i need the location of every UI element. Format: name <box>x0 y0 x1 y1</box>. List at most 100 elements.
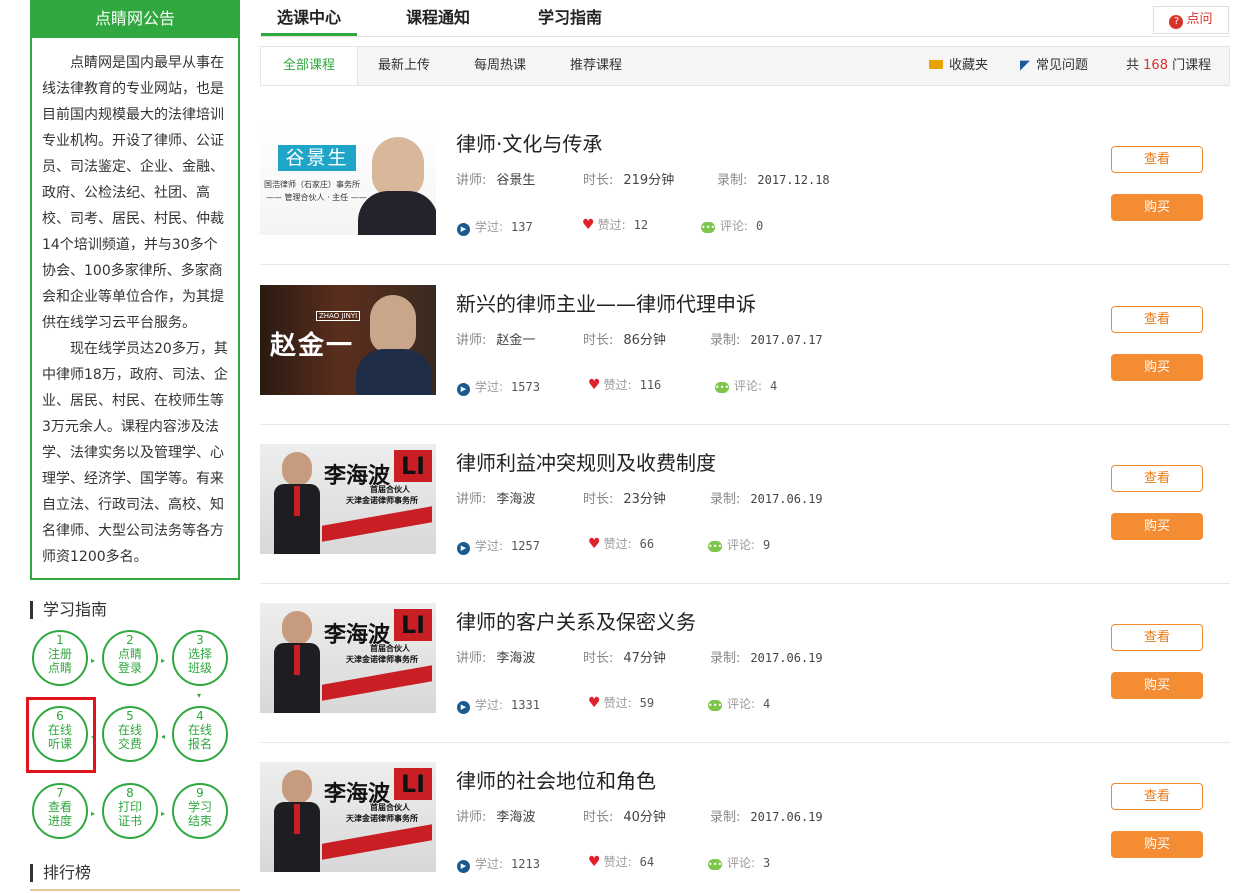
recorded-value: 2017.06.19 <box>750 810 823 824</box>
tab-course-notice[interactable]: 课程通知 <box>406 0 470 36</box>
course-record-date: 录制: 2017.06.19 <box>710 488 823 507</box>
play-icon: ▶ <box>457 701 470 714</box>
course-teacher: 讲师: 李海波 <box>456 647 535 666</box>
comments-label: 评论: <box>727 697 756 711</box>
course-title[interactable]: 律师的客户关系及保密义务 <box>456 606 696 635</box>
play-icon: ▶ <box>457 860 470 873</box>
duration-value: 86分钟 <box>623 333 666 348</box>
studied-label: 学过: <box>475 539 504 553</box>
recorded-label: 录制: <box>710 810 741 825</box>
guide-step-4[interactable]: 4 在线 报名 <box>172 706 228 762</box>
guide-step-7[interactable]: 7 查看 进度 <box>32 783 88 839</box>
buy-button[interactable]: 购买 <box>1111 513 1203 540</box>
course-duration: 时长: 219分钟 <box>583 169 674 188</box>
thumb-caption: 首届合伙人 <box>370 485 410 494</box>
course-studied: ▶ 学过: 137 <box>457 218 533 236</box>
step-label: 学习 <box>187 800 212 814</box>
subtab-latest[interactable]: 最新上传 <box>378 47 430 85</box>
thumb-caption: 天津金诺律师事务所 <box>346 814 418 823</box>
highlight-box <box>26 697 96 773</box>
guide-step-3[interactable]: 3 选择 班级 <box>172 630 228 686</box>
speaker-tie <box>294 645 300 675</box>
guide-step-2[interactable]: 2 点睛 登录 <box>102 630 158 686</box>
view-button[interactable]: 查看 <box>1111 465 1203 492</box>
step-label: 注册 <box>47 647 72 661</box>
play-icon: ▶ <box>457 223 470 236</box>
heart-icon: ♥ <box>588 377 601 393</box>
thumb-red-stripe <box>322 665 432 701</box>
course-title[interactable]: 律师利益冲突规则及收费制度 <box>456 447 716 476</box>
subtab-all-courses[interactable]: 全部课程 <box>261 47 358 85</box>
liked-label: 赞过: <box>597 218 626 232</box>
duration-value: 23分钟 <box>623 492 666 507</box>
course-comments: ••• 评论: 3 <box>708 854 770 871</box>
subtab-recommended[interactable]: 推荐课程 <box>570 47 622 85</box>
recorded-label: 录制: <box>710 492 741 507</box>
step-number: 3 <box>196 633 204 647</box>
course-thumbnail[interactable]: 谷景生 国浩律师（石家庄）事务所 —— 管理合伙人 · 主任 —— <box>260 125 436 235</box>
course-comments: ••• 评论: 4 <box>715 377 777 394</box>
view-button[interactable]: 查看 <box>1111 783 1203 810</box>
course-studied: ▶ 学过: 1213 <box>457 855 540 873</box>
tab-course-center[interactable]: 选课中心 <box>277 0 341 36</box>
view-button[interactable]: 查看 <box>1111 306 1203 333</box>
recorded-value: 2017.07.17 <box>750 333 823 347</box>
thumb-red-stripe <box>322 506 432 542</box>
course-thumbnail[interactable]: 李海波 LI 首届合伙人 天津金诺律师事务所 <box>260 444 436 554</box>
arrow-right-icon: ▸ <box>91 809 96 818</box>
comments-value: 4 <box>763 697 771 711</box>
speaker-photo <box>282 452 312 486</box>
guide-step-8[interactable]: 8 打印 证书 <box>102 783 158 839</box>
speaker-tie <box>294 804 300 834</box>
buy-button[interactable]: 购买 <box>1111 354 1203 381</box>
view-button[interactable]: 查看 <box>1111 146 1203 173</box>
studied-value: 137 <box>511 220 533 234</box>
subtab-weekly-hot[interactable]: 每周热课 <box>474 47 526 85</box>
course-thumbnail[interactable]: 李海波 LI 首届合伙人 天津金诺律师事务所 <box>260 762 436 872</box>
course-title[interactable]: 律师的社会地位和角色 <box>456 765 656 794</box>
guide-step-1[interactable]: 1 注册 点睛 <box>32 630 88 686</box>
step-number: 4 <box>196 709 204 723</box>
favorites-link[interactable]: 收藏夹 <box>929 47 988 85</box>
arrow-left-icon: ◂ <box>161 732 166 741</box>
tab-study-guide[interactable]: 学习指南 <box>538 0 602 36</box>
buy-button[interactable]: 购买 <box>1111 194 1203 221</box>
step-label: 进度 <box>47 814 72 828</box>
thumb-logo-badge: LI <box>394 768 432 800</box>
ask-button[interactable]: ? 点问 <box>1153 6 1229 34</box>
course-thumbnail[interactable]: 赵金一 ZHAO JINYI <box>260 285 436 395</box>
course-thumbnail[interactable]: 李海波 LI 首届合伙人 天津金诺律师事务所 <box>260 603 436 713</box>
cursor-arrow-icon: ◤ <box>1020 58 1030 73</box>
thumbnail-art: 谷景生 国浩律师（石家庄）事务所 —— 管理合伙人 · 主任 —— <box>260 125 436 235</box>
speaker-photo <box>282 770 312 804</box>
comment-icon: ••• <box>701 222 716 233</box>
course-title[interactable]: 新兴的律师主业——律师代理申诉 <box>456 288 756 317</box>
thumb-logo-badge: LI <box>394 609 432 641</box>
buy-button[interactable]: 购买 <box>1111 672 1203 699</box>
view-button[interactable]: 查看 <box>1111 624 1203 651</box>
faq-link[interactable]: ◤ 常见问题 <box>1020 47 1088 85</box>
comment-icon: ••• <box>708 859 723 870</box>
recorded-value: 2017.12.18 <box>757 173 830 187</box>
recorded-label: 录制: <box>717 173 748 188</box>
step-label: 报名 <box>187 737 212 751</box>
comment-icon: ••• <box>715 382 730 393</box>
guide-step-5[interactable]: 5 在线 交费 <box>102 706 158 762</box>
course-title[interactable]: 律师·文化与传承 <box>456 128 602 157</box>
teacher-label: 讲师: <box>456 492 487 507</box>
count-number: 168 <box>1143 58 1168 73</box>
heart-icon: ♥ <box>588 695 601 711</box>
thumb-logo-badge: LI <box>394 450 432 482</box>
recorded-value: 2017.06.19 <box>750 492 823 506</box>
recorded-label: 录制: <box>710 333 741 348</box>
duration-value: 219分钟 <box>623 173 675 188</box>
comments-value: 0 <box>756 219 764 233</box>
step-label: 查看 <box>47 800 72 814</box>
comments-label: 评论: <box>727 538 756 552</box>
step-number: 1 <box>56 633 64 647</box>
buy-button[interactable]: 购买 <box>1111 831 1203 858</box>
step-number: 2 <box>126 633 134 647</box>
thumb-name-calligraphy: 赵金一 <box>270 331 355 361</box>
guide-step-9[interactable]: 9 学习 结束 <box>172 783 228 839</box>
play-icon: ▶ <box>457 542 470 555</box>
